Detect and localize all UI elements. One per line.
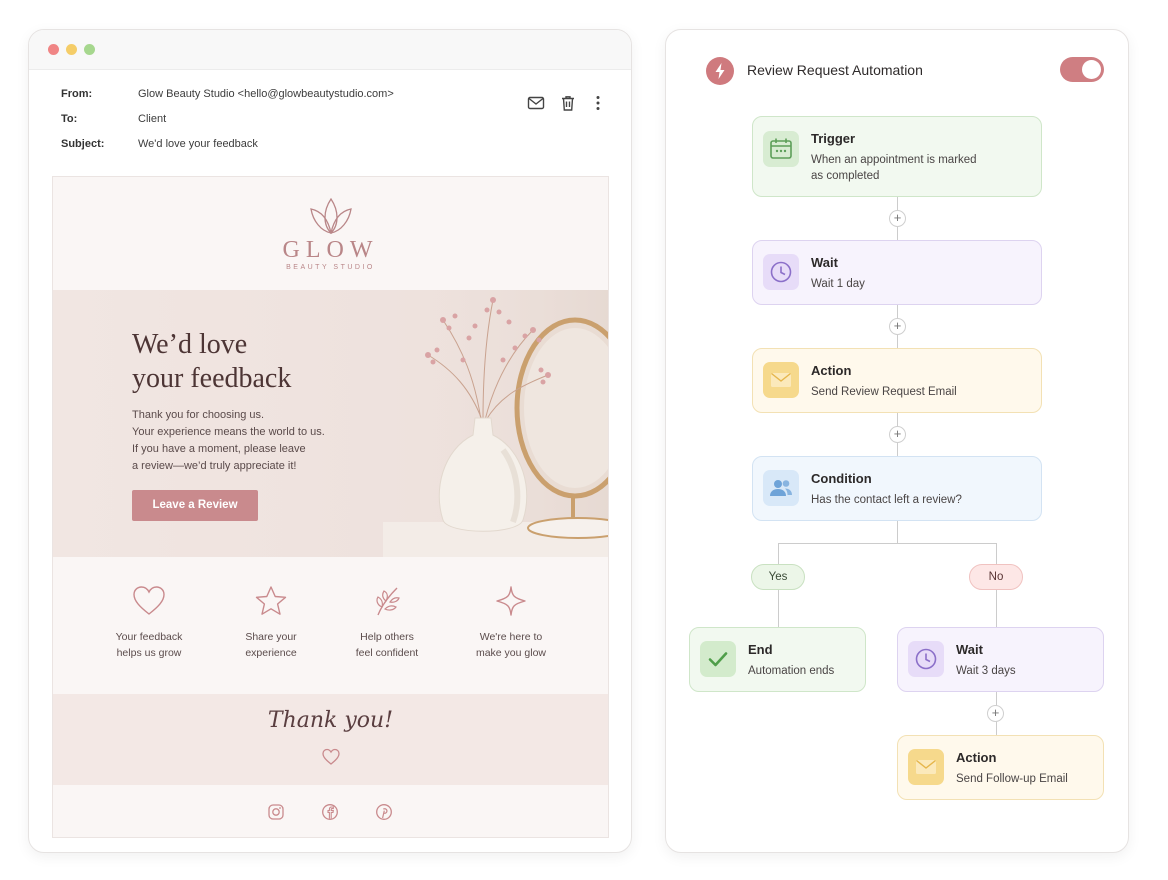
feature-item: Your feedback helps us grow — [94, 585, 204, 661]
node-title: Action — [956, 750, 997, 765]
heart-icon — [321, 748, 341, 771]
automation-title: Review Request Automation — [747, 62, 923, 78]
add-step-button[interactable]: + — [889, 426, 906, 443]
envelope-icon — [908, 749, 944, 785]
check-icon — [700, 641, 736, 677]
wait-node[interactable]: Wait Wait 3 days — [897, 627, 1104, 692]
window-titlebar — [29, 30, 631, 70]
lotus-logo-icon — [305, 195, 357, 240]
mail-icon[interactable] — [527, 94, 545, 112]
node-description: Has the contact left a review? — [811, 494, 962, 506]
from-label: From: — [61, 88, 93, 100]
to-value: Client — [138, 113, 167, 125]
feature-label: helps us grow — [116, 647, 182, 659]
feature-item: We're here to make you glow — [456, 585, 566, 661]
feature-row: Your feedback helps us grow Share your e… — [53, 557, 608, 694]
condition-node[interactable]: Condition Has the contact left a review? — [752, 456, 1042, 521]
end-node[interactable]: End Automation ends — [689, 627, 866, 692]
node-title: Wait — [956, 642, 983, 657]
add-step-button[interactable]: + — [889, 210, 906, 227]
subject-label: Subject: — [61, 138, 105, 150]
feature-item: Share your experience — [216, 585, 326, 661]
branch-no-label[interactable]: No — [969, 564, 1023, 590]
brand-wordmark: GLOW — [282, 237, 379, 263]
feature-label: We're here to — [479, 631, 543, 643]
minimize-window-button[interactable] — [66, 44, 77, 55]
subject-value: We'd love your feedback — [138, 138, 258, 150]
social-links — [53, 785, 608, 837]
thank-you-section: Thank you! — [53, 694, 608, 785]
hero-message-line: Your experience means the world to us. — [132, 426, 325, 438]
hero-title-line: your feedback — [132, 363, 292, 394]
to-label: To: — [61, 113, 78, 125]
node-title: Trigger — [811, 131, 856, 146]
flow-connector — [897, 521, 898, 543]
hero-title-line: We’d love — [132, 329, 248, 360]
action-node[interactable]: Action Send Review Request Email — [752, 348, 1042, 413]
trigger-node[interactable]: Trigger When an appointment is marked as… — [752, 116, 1042, 197]
leaf-icon — [332, 585, 442, 617]
feature-label: experience — [245, 647, 297, 659]
automation-enabled-toggle[interactable] — [1060, 57, 1104, 82]
feature-item: Help others feel confident — [332, 585, 442, 661]
hero-message-line: Thank you for choosing us. — [132, 409, 265, 421]
feature-label: feel confident — [355, 647, 419, 659]
flow-connector — [778, 543, 997, 544]
from-value: Glow Beauty Studio <hello@glowbeautystud… — [138, 88, 394, 100]
branch-yes-label[interactable]: Yes — [751, 564, 805, 590]
node-title: End — [748, 642, 773, 657]
feature-label: make you glow — [475, 647, 547, 659]
feature-label: Help others — [360, 631, 414, 643]
node-description: Send Follow-up Email — [956, 773, 1068, 785]
brand-header: GLOW BEAUTY STUDIO — [53, 177, 608, 290]
node-title: Wait — [811, 255, 838, 270]
hero-title: We’d love your feedback — [132, 328, 291, 396]
automation-panel: Review Request Automation + + + + Yes No… — [665, 29, 1129, 853]
clock-icon — [908, 641, 944, 677]
hero-banner: We’d love your feedback Thank you for ch… — [53, 290, 608, 557]
vase-mirror-photo — [383, 290, 608, 557]
add-step-button[interactable]: + — [987, 705, 1004, 722]
heart-icon — [94, 585, 204, 617]
users-icon — [763, 470, 799, 506]
action-node[interactable]: Action Send Follow-up Email — [897, 735, 1104, 800]
node-description: Send Review Request Email — [811, 386, 957, 398]
node-title: Condition — [811, 471, 872, 486]
node-description: Wait 3 days — [956, 665, 1016, 677]
sparkle-icon — [456, 585, 566, 617]
star-icon — [216, 585, 326, 617]
add-step-button[interactable]: + — [889, 318, 906, 335]
leave-review-button[interactable]: Leave a Review — [132, 490, 258, 521]
thank-you-text: Thank you! — [267, 708, 394, 733]
hero-message-line: a review—we’d truly appreciate it! — [132, 460, 297, 472]
wait-node[interactable]: Wait Wait 1 day — [752, 240, 1042, 305]
maximize-window-button[interactable] — [84, 44, 95, 55]
facebook-icon[interactable] — [321, 803, 339, 821]
email-window: From: Glow Beauty Studio <hello@glowbeau… — [28, 29, 632, 853]
feature-label: Share your — [245, 631, 297, 643]
node-description-line: as completed — [811, 170, 880, 182]
more-vertical-icon[interactable] — [589, 94, 607, 112]
clock-icon — [763, 254, 799, 290]
node-description-line: When an appointment is marked — [811, 154, 977, 166]
instagram-icon[interactable] — [267, 803, 285, 821]
email-content: GLOW BEAUTY STUDIO We’d love your feedba… — [52, 176, 609, 838]
node-description: Wait 1 day — [811, 278, 865, 290]
node-title: Action — [811, 363, 852, 378]
hero-message: Thank you for choosing us. Your experien… — [132, 407, 352, 475]
brand-subtitle: BEAUTY STUDIO — [286, 264, 375, 271]
node-description: Automation ends — [748, 665, 835, 677]
feature-label: Your feedback — [115, 631, 183, 643]
pinterest-icon[interactable] — [375, 803, 393, 821]
trash-icon[interactable] — [559, 94, 577, 112]
lightning-icon — [706, 57, 734, 85]
hero-message-line: If you have a moment, please leave — [132, 443, 306, 455]
envelope-icon — [763, 362, 799, 398]
close-window-button[interactable] — [48, 44, 59, 55]
node-description: When an appointment is marked as complet… — [811, 152, 977, 184]
calendar-icon — [763, 131, 799, 167]
toggle-knob — [1082, 60, 1101, 79]
